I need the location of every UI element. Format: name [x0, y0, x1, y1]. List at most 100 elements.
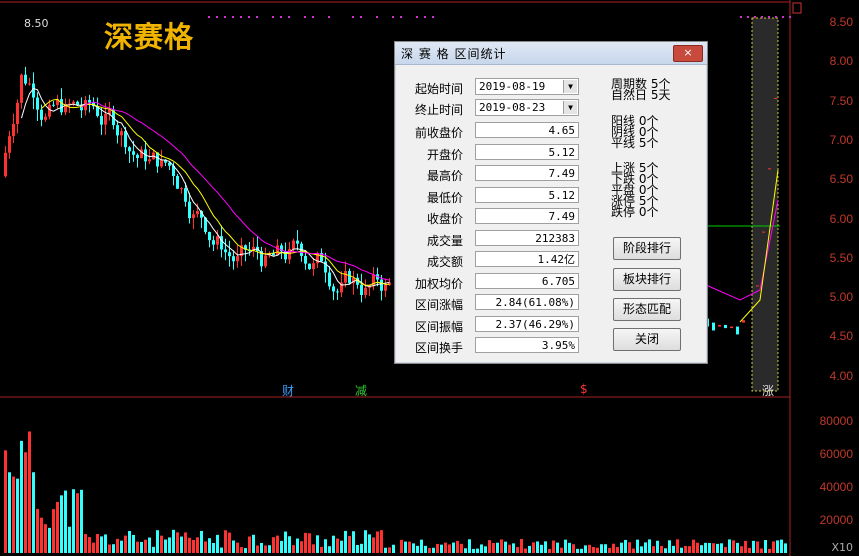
volume-bar [332, 535, 335, 553]
event-dot [740, 16, 742, 18]
candle-body [332, 286, 335, 292]
volume-bar [592, 547, 595, 553]
volume-bar [512, 543, 515, 553]
volume-bar [68, 526, 71, 553]
volume-bar [156, 530, 159, 553]
volume-bar [224, 530, 227, 553]
volume-bar [468, 539, 471, 553]
price-tick: 5.00 [829, 290, 853, 305]
volume-bar [472, 548, 475, 553]
candle-body [328, 272, 331, 287]
event-dot [782, 16, 784, 18]
volume-bar [28, 431, 31, 553]
volume-tick: 80000 [819, 414, 853, 428]
volume-bar [264, 545, 267, 553]
volume-bar [668, 540, 671, 553]
candle-body [360, 284, 363, 296]
volume-bar [536, 541, 539, 553]
volume-bar [108, 544, 111, 553]
end-time-select[interactable]: 2019-08-23 ▼ [475, 99, 579, 116]
close-icon[interactable]: × [673, 45, 703, 62]
volume-bar [84, 534, 87, 553]
event-dot [360, 16, 362, 18]
volume-bar [640, 546, 643, 553]
candle-body [124, 131, 127, 148]
volume-bar [424, 545, 427, 553]
volume-bar [148, 537, 151, 553]
event-dot [424, 16, 426, 18]
stat-value: 4.65 [475, 122, 579, 138]
pattern-match-button[interactable]: 形态匹配 [613, 298, 681, 321]
volume-bar [688, 546, 691, 553]
candle-body [180, 188, 183, 190]
volume-bar [356, 545, 359, 553]
volume-bar [420, 539, 423, 553]
volume-bar [8, 472, 11, 553]
event-dot [304, 16, 306, 18]
event-dot [352, 16, 354, 18]
dropdown-arrow-icon[interactable]: ▼ [563, 80, 577, 93]
dropdown-arrow-icon[interactable]: ▼ [563, 101, 577, 114]
volume-bar [232, 540, 235, 553]
volume-bar [440, 544, 443, 553]
start-time-select[interactable]: 2019-08-19 ▼ [475, 78, 579, 95]
event-dot [754, 16, 756, 18]
volume-bar [772, 541, 775, 553]
dialog-titlebar[interactable]: 深 赛 格 区间统计 × [395, 42, 707, 65]
volume-bar [696, 542, 699, 553]
candle-body [308, 263, 311, 270]
volume-bar [128, 530, 131, 553]
volume-bar [256, 545, 259, 553]
volume-bar [372, 537, 375, 553]
candle-body [136, 154, 139, 159]
volume-bar [160, 535, 163, 553]
volume-bar [700, 545, 703, 553]
volume-bar [88, 537, 91, 553]
volume-bar [728, 539, 731, 553]
volume-bar [488, 540, 491, 553]
reduce-marker[interactable]: 减 [355, 382, 367, 399]
event-dot [288, 16, 290, 18]
volume-bar [24, 452, 27, 553]
volume-bar [708, 542, 711, 553]
stat-value: 5.12 [475, 143, 579, 160]
volume-bar [280, 540, 283, 553]
candle-body [380, 279, 383, 291]
volume-bar [652, 546, 655, 553]
volume-bar [692, 539, 695, 553]
event-dot [232, 16, 234, 18]
volume-bar [752, 540, 755, 553]
volume-bar [564, 539, 567, 553]
event-dot [240, 16, 242, 18]
dollar-marker[interactable]: $ [580, 382, 588, 396]
volume-bar [184, 532, 187, 553]
stat-label: 成交额 [426, 255, 463, 269]
volume-bar [648, 539, 651, 553]
volume-bar [80, 489, 83, 553]
close-button[interactable]: 关闭 [613, 328, 681, 351]
volume-tick: 60000 [819, 447, 853, 461]
candle-body [184, 188, 187, 202]
volume-bar [16, 478, 19, 553]
limit-up-marker[interactable]: 涨 [762, 382, 774, 399]
volume-bar [544, 541, 547, 553]
candle-body [236, 256, 239, 262]
volume-bar [312, 544, 315, 553]
volume-bar [604, 544, 607, 553]
stage-rank-button[interactable]: 阶段排行 [613, 237, 681, 260]
candle-body [296, 240, 299, 244]
stat-value: 1.42亿 [475, 251, 579, 267]
stat-value: 5.12 [475, 186, 579, 203]
volume-bar [144, 539, 147, 553]
candle-body [72, 101, 75, 104]
sector-rank-button[interactable]: 板块排行 [613, 268, 681, 291]
event-dot [248, 16, 250, 18]
finance-marker[interactable]: 财 [282, 382, 294, 399]
volume-unit-label: X10 [831, 541, 853, 554]
start-time-label: 起始时间 [414, 82, 463, 96]
event-dot [768, 16, 770, 18]
candle-body [48, 104, 51, 117]
volume-bar [64, 490, 67, 553]
volume-bar [580, 548, 583, 553]
volume-bar [96, 533, 99, 553]
